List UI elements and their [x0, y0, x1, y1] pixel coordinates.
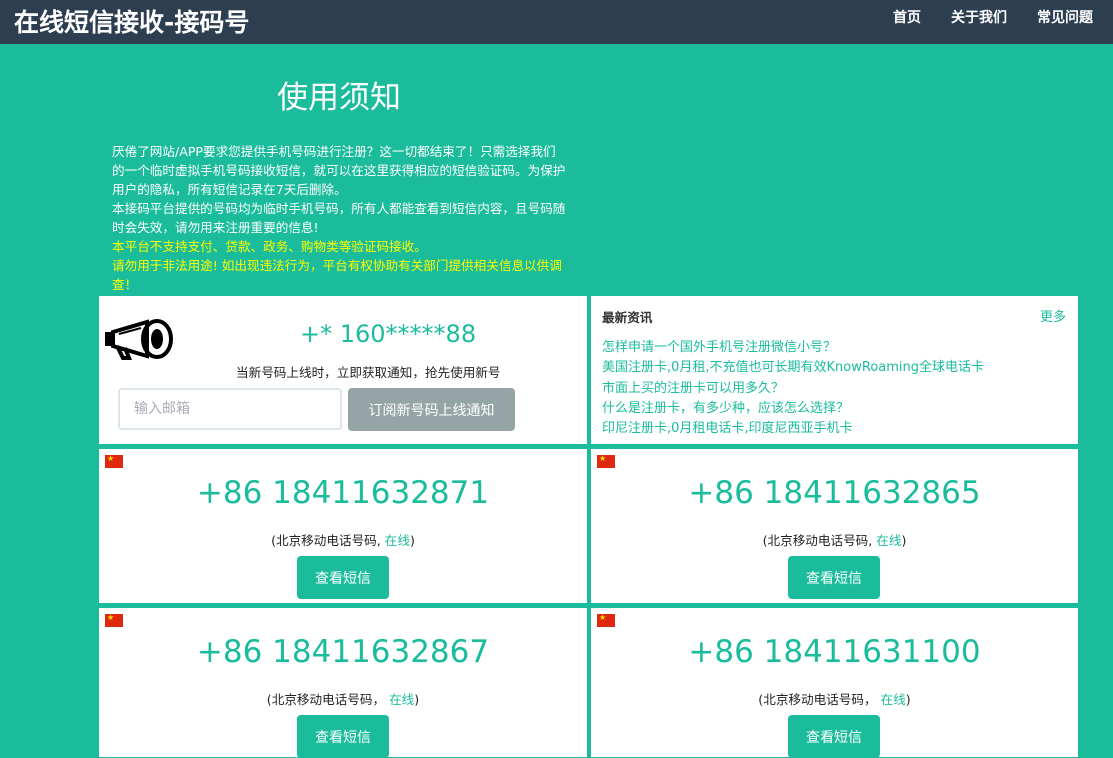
- news-list: 怎样申请一个国外手机号注册微信小号？ 美国注册卡,0月租,不充值也可长期有效Kn…: [602, 336, 984, 437]
- phone-description: (北京移动电话号码, 在线): [762, 533, 907, 548]
- notice-title: 使用须知: [277, 80, 401, 116]
- subscribe-note: 当新号码上线时，立即获取通知，抢先使用新号: [236, 365, 501, 380]
- china-flag-icon: ★: [105, 454, 123, 468]
- notice-warning-1: 本平台不支持支付、贷款、政务、购物类等验证码接收。: [112, 239, 427, 254]
- nav-home-link[interactable]: 首页: [893, 7, 921, 27]
- phone-location: 北京移动电话号码: [271, 692, 373, 707]
- nav-faq-link[interactable]: 常见问题: [1037, 7, 1093, 27]
- phone-location: 北京移动电话号码: [276, 533, 377, 548]
- phone-number[interactable]: +86 18411632871: [99, 475, 587, 511]
- notice-warning-2: 请勿用于非法用途! 如出现违法行为，平台有权协助有关部门提供相关信息以供调查！: [112, 258, 562, 292]
- subscribe-button[interactable]: 订阅新号码上线通知: [348, 388, 515, 431]
- nav-about-link[interactable]: 关于我们: [951, 7, 1007, 27]
- view-sms-button[interactable]: 查看短信: [788, 556, 880, 599]
- china-flag-icon: ★: [105, 613, 123, 627]
- news-card: 最新资讯 更多 怎样申请一个国外手机号注册微信小号？ 美国注册卡,0月租,不充值…: [591, 296, 1078, 444]
- phone-card: ★ +86 18411632865 (北京移动电话号码, 在线) 查看短信: [591, 449, 1078, 603]
- email-input[interactable]: [118, 388, 342, 430]
- notice-paragraph-2: 本接码平台提供的号码均为临时手机号码，所有人都能查看到短信内容，且号码随时会失效…: [112, 201, 566, 235]
- phone-number[interactable]: +86 18411632865: [591, 475, 1078, 511]
- news-link[interactable]: 美国注册卡,0月租,不充值也可长期有效KnowRoaming全球电话卡: [602, 360, 984, 375]
- phone-location: 北京移动电话号码: [767, 533, 869, 548]
- list-item: 怎样申请一个国外手机号注册微信小号？: [602, 336, 984, 356]
- view-sms-button[interactable]: 查看短信: [297, 715, 389, 758]
- list-item: 市面上买的注册卡可以用多久？: [602, 377, 984, 397]
- status-badge: 在线: [880, 692, 906, 707]
- news-link[interactable]: 市面上买的注册卡可以用多久？: [602, 381, 784, 396]
- news-link[interactable]: 怎样申请一个国外手机号注册微信小号？: [602, 340, 836, 355]
- news-more-link[interactable]: 更多: [1040, 306, 1066, 325]
- status-badge: 在线: [389, 692, 415, 707]
- status-badge: 在线: [384, 533, 410, 548]
- site-brand[interactable]: 在线短信接收-接码号: [14, 3, 249, 39]
- phone-card: ★ +86 18411632867 (北京移动电话号码， 在线) 查看短信: [99, 608, 587, 758]
- view-sms-button[interactable]: 查看短信: [788, 715, 880, 758]
- news-link[interactable]: 什么是注册卡，有多少种，应该怎么选择？: [602, 401, 849, 416]
- news-title: 最新资讯: [602, 310, 653, 325]
- list-item: 什么是注册卡，有多少种，应该怎么选择？: [602, 397, 984, 417]
- view-sms-button[interactable]: 查看短信: [297, 556, 389, 599]
- china-flag-icon: ★: [597, 613, 615, 627]
- phone-card: ★ +86 18411632871 (北京移动电话号码, 在线) 查看短信: [99, 449, 587, 603]
- phone-location: 北京移动电话号码: [763, 692, 864, 707]
- phone-description: (北京移动电话号码, 在线): [271, 533, 415, 548]
- megaphone-icon: [105, 319, 173, 360]
- main-nav: 首页 关于我们 常见问题: [893, 7, 1093, 27]
- phone-description: (北京移动电话号码， 在线): [758, 692, 911, 707]
- notice-text: 厌倦了网站/APP要求您提供手机号码进行注册？这一切都结束了！只需选择我们的一个…: [112, 142, 568, 294]
- status-badge: 在线: [876, 533, 902, 548]
- subscribe-card: +* 160*****88 当新号码上线时，立即获取通知，抢先使用新号 订阅新号…: [99, 296, 587, 444]
- phone-number[interactable]: +86 18411631100: [591, 634, 1078, 670]
- china-flag-icon: ★: [597, 454, 615, 468]
- notice-paragraph-1: 厌倦了网站/APP要求您提供手机号码进行注册？这一切都结束了！只需选择我们的一个…: [112, 144, 566, 197]
- top-navbar: 在线短信接收-接码号 首页 关于我们 常见问题: [0, 0, 1113, 44]
- phone-description: (北京移动电话号码， 在线): [266, 692, 420, 707]
- news-link[interactable]: 印尼注册卡,0月租电话卡,印度尼西亚手机卡: [602, 421, 853, 436]
- latest-number: +* 160*****88: [300, 320, 477, 348]
- list-item: 美国注册卡,0月租,不充值也可长期有效KnowRoaming全球电话卡: [602, 356, 984, 376]
- list-item: 印尼注册卡,0月租电话卡,印度尼西亚手机卡: [602, 417, 984, 437]
- phone-number[interactable]: +86 18411632867: [99, 634, 587, 670]
- phone-card: ★ +86 18411631100 (北京移动电话号码， 在线) 查看短信: [591, 608, 1078, 758]
